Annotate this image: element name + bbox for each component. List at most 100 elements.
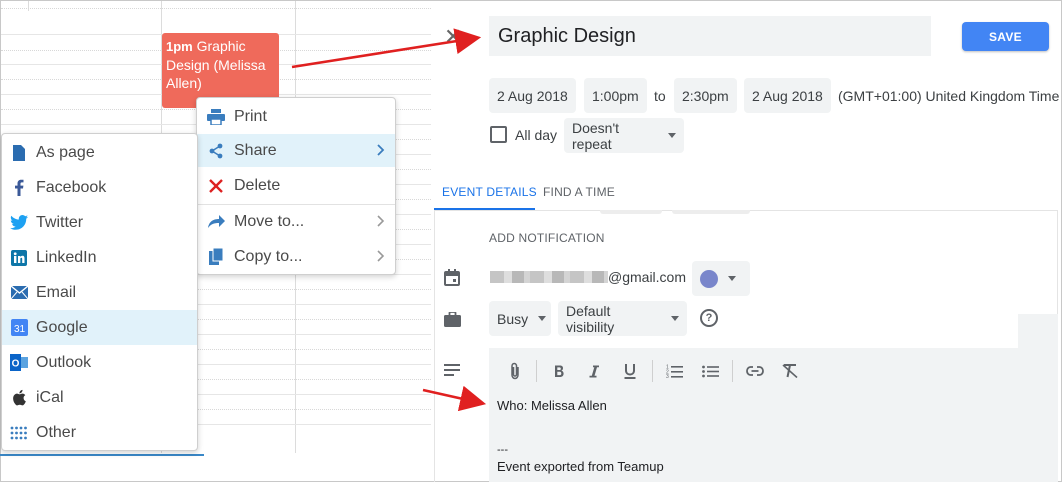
menu-item-label: Move to... — [234, 212, 305, 230]
facebook-icon — [10, 179, 28, 196]
share-item-label: Facebook — [36, 178, 107, 196]
availability-value: Busy — [497, 310, 529, 327]
linkedin-icon — [10, 249, 28, 266]
briefcase-icon — [443, 310, 461, 328]
add-notification-link[interactable]: ADD NOTIFICATION — [489, 231, 605, 245]
panel-background-strip — [1018, 314, 1058, 348]
caret-down-icon — [538, 316, 547, 321]
event-color-dropdown[interactable] — [692, 261, 750, 296]
clear-formatting-icon[interactable] — [779, 361, 801, 381]
repeat-value: Doesn't repeat — [572, 119, 620, 152]
visibility-dropdown[interactable]: Default visibility — [558, 301, 687, 336]
toolbar-divider — [536, 360, 537, 382]
apple-icon — [10, 389, 28, 406]
menu-item-label: Copy to... — [234, 247, 303, 265]
underline-icon[interactable] — [619, 361, 641, 381]
attachment-icon[interactable] — [504, 361, 526, 381]
all-day-checkbox[interactable] — [490, 126, 507, 143]
chevron-right-icon — [377, 214, 385, 230]
email-icon — [10, 286, 28, 299]
share-item-google[interactable]: 31 Google — [2, 310, 197, 345]
description-line: --- — [497, 444, 508, 456]
caret-down-icon — [671, 316, 679, 321]
event-context-menu: Print Share Delete Move to... Copy to... — [196, 97, 396, 275]
tab-event-details[interactable]: EVENT DETAILS — [442, 185, 537, 199]
share-item-linkedin[interactable]: LinkedIn — [2, 240, 197, 275]
share-item-email[interactable]: Email — [2, 275, 197, 310]
share-item-label: Other — [36, 423, 77, 441]
share-item-label: Outlook — [36, 353, 92, 371]
all-day-label: All day — [515, 127, 558, 143]
share-item-facebook[interactable]: Facebook — [2, 170, 197, 205]
event-block-time: 1pm — [166, 39, 193, 54]
menu-item-label: Print — [234, 107, 267, 125]
page-icon — [10, 144, 28, 161]
printer-icon — [206, 108, 226, 125]
close-icon[interactable]: ✕ — [444, 24, 462, 50]
share-item-outlook[interactable]: O Outlook — [2, 345, 197, 380]
share-item-label: LinkedIn — [36, 248, 97, 266]
share-item-label: iCal — [36, 388, 64, 406]
share-icon — [206, 143, 226, 159]
chevron-right-icon — [377, 143, 385, 159]
end-time-field[interactable]: 2:30pm — [674, 78, 737, 113]
svg-text:O: O — [12, 359, 20, 370]
share-item-ical[interactable]: iCal — [2, 380, 197, 415]
outlook-icon: O — [10, 354, 28, 371]
calendar-email: @gmail.com — [608, 269, 687, 285]
description-line: Event exported from Teamup — [497, 459, 664, 474]
save-button[interactable]: SAVE — [962, 22, 1049, 51]
copy-doc-icon — [206, 248, 226, 265]
share-submenu: As page Facebook Twitter LinkedIn Email … — [1, 133, 198, 451]
svg-text:3: 3 — [666, 374, 669, 378]
bulleted-list-icon[interactable] — [699, 361, 721, 381]
to-label: to — [654, 88, 666, 104]
availability-dropdown[interactable]: Busy — [489, 301, 551, 336]
end-date-field[interactable]: 2 Aug 2018 — [744, 78, 831, 113]
chevron-right-icon — [377, 249, 385, 265]
caret-down-icon — [728, 276, 736, 281]
twitter-icon — [10, 215, 28, 230]
bold-icon[interactable] — [548, 361, 570, 381]
tab-find-a-time[interactable]: FIND A TIME — [543, 185, 615, 199]
grid-dots-icon — [10, 426, 28, 440]
menu-item-move-to[interactable]: Move to... — [197, 205, 395, 238]
redacted-email — [490, 271, 608, 283]
move-arrow-icon — [206, 214, 226, 229]
start-date-field[interactable]: 2 Aug 2018 — [489, 78, 576, 113]
menu-item-print[interactable]: Print — [197, 100, 395, 133]
ghost-chip — [600, 210, 662, 214]
calendar-icon — [443, 268, 461, 286]
start-time-field[interactable]: 1:00pm — [584, 78, 647, 113]
link-icon[interactable] — [744, 361, 766, 381]
ghost-chip — [672, 210, 750, 214]
share-item-label: As page — [36, 143, 95, 161]
menu-item-copy-to[interactable]: Copy to... — [197, 240, 395, 273]
calendar-selection-underline — [0, 454, 204, 456]
share-item-label: Google — [36, 318, 88, 336]
share-item-label: Twitter — [36, 213, 84, 231]
toolbar-divider — [652, 360, 653, 382]
description-icon — [443, 361, 461, 379]
delete-x-icon — [206, 178, 226, 193]
numbered-list-icon[interactable]: 123 — [663, 361, 685, 381]
share-item-other[interactable]: Other — [2, 415, 197, 450]
italic-icon[interactable] — [583, 361, 605, 381]
menu-item-label: Delete — [234, 176, 281, 194]
repeat-dropdown[interactable]: Doesn't repeat — [564, 118, 684, 153]
share-item-as-page[interactable]: As page — [2, 135, 197, 170]
share-item-label: Email — [36, 283, 77, 301]
svg-text:31: 31 — [13, 324, 25, 335]
timezone-selector[interactable]: (GMT+01:00) United Kingdom Time — [838, 88, 1059, 104]
help-icon[interactable]: ? — [700, 309, 718, 327]
color-swatch — [700, 269, 718, 288]
menu-item-delete[interactable]: Delete — [197, 169, 395, 202]
visibility-value: Default visibility — [566, 302, 615, 335]
share-item-twitter[interactable]: Twitter — [2, 205, 197, 240]
event-title-input[interactable]: Graphic Design — [489, 16, 931, 56]
google-calendar-icon: 31 — [10, 319, 28, 336]
menu-item-share[interactable]: Share — [197, 134, 395, 167]
menu-item-label: Share — [234, 141, 277, 159]
toolbar-divider — [732, 360, 733, 382]
description-line: Who: Melissa Allen — [497, 398, 607, 413]
